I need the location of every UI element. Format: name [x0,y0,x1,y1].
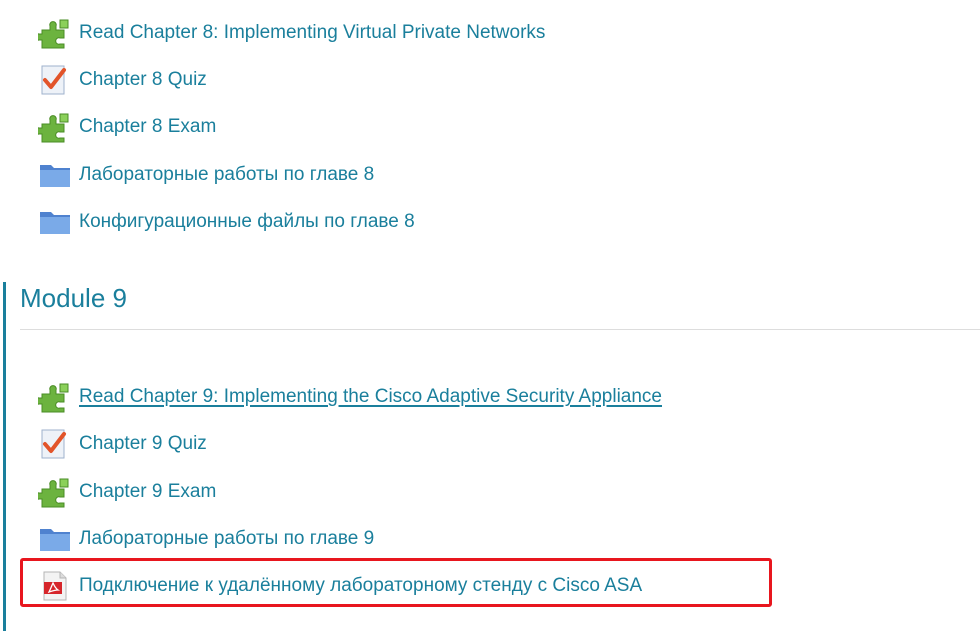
activity-label[interactable]: Read Chapter 8: Implementing Virtual Pri… [79,22,545,44]
activity-chapter-8-quiz[interactable]: Chapter 8 Quiz [38,60,207,100]
activity-label[interactable]: Конфигурационные файлы по главе 8 [79,211,415,233]
activity-label[interactable]: Read Chapter 9: Implementing the Cisco A… [79,386,662,408]
activity-chapter-8-exam[interactable]: Chapter 8 Exam [38,107,216,147]
activity-label[interactable]: Chapter 8 Exam [79,116,216,138]
section-title: Module 9 [20,283,127,313]
activity-labs-chapter-9[interactable]: Лабораторные работы по главе 9 [38,519,374,559]
folder-icon [38,522,72,556]
activity-label[interactable]: Chapter 9 Exam [79,481,216,503]
activity-labs-chapter-8[interactable]: Лабораторные работы по главе 8 [38,155,374,195]
activity-label[interactable]: Chapter 8 Quiz [79,69,207,91]
activity-label[interactable]: Лабораторные работы по главе 9 [79,528,374,550]
activity-chapter-9-exam[interactable]: Chapter 9 Exam [38,472,216,512]
puzzle-icon [38,380,72,414]
quiz-check-icon [38,427,72,461]
folder-icon [38,158,72,192]
puzzle-icon [38,16,72,50]
puzzle-icon [38,110,72,144]
activity-label[interactable]: Лабораторные работы по главе 8 [79,164,374,186]
highlight-box [20,558,772,607]
section-indicator-bar [3,282,6,631]
folder-icon [38,205,72,239]
quiz-check-icon [38,63,72,97]
activity-read-chapter-8[interactable]: Read Chapter 8: Implementing Virtual Pri… [38,13,545,53]
puzzle-icon [38,475,72,509]
activity-read-chapter-9[interactable]: Read Chapter 9: Implementing the Cisco A… [38,377,662,417]
activity-chapter-9-quiz[interactable]: Chapter 9 Quiz [38,424,207,464]
activity-label[interactable]: Chapter 9 Quiz [79,433,207,455]
section-divider [20,329,980,330]
activity-configs-chapter-8[interactable]: Конфигурационные файлы по главе 8 [38,202,415,242]
